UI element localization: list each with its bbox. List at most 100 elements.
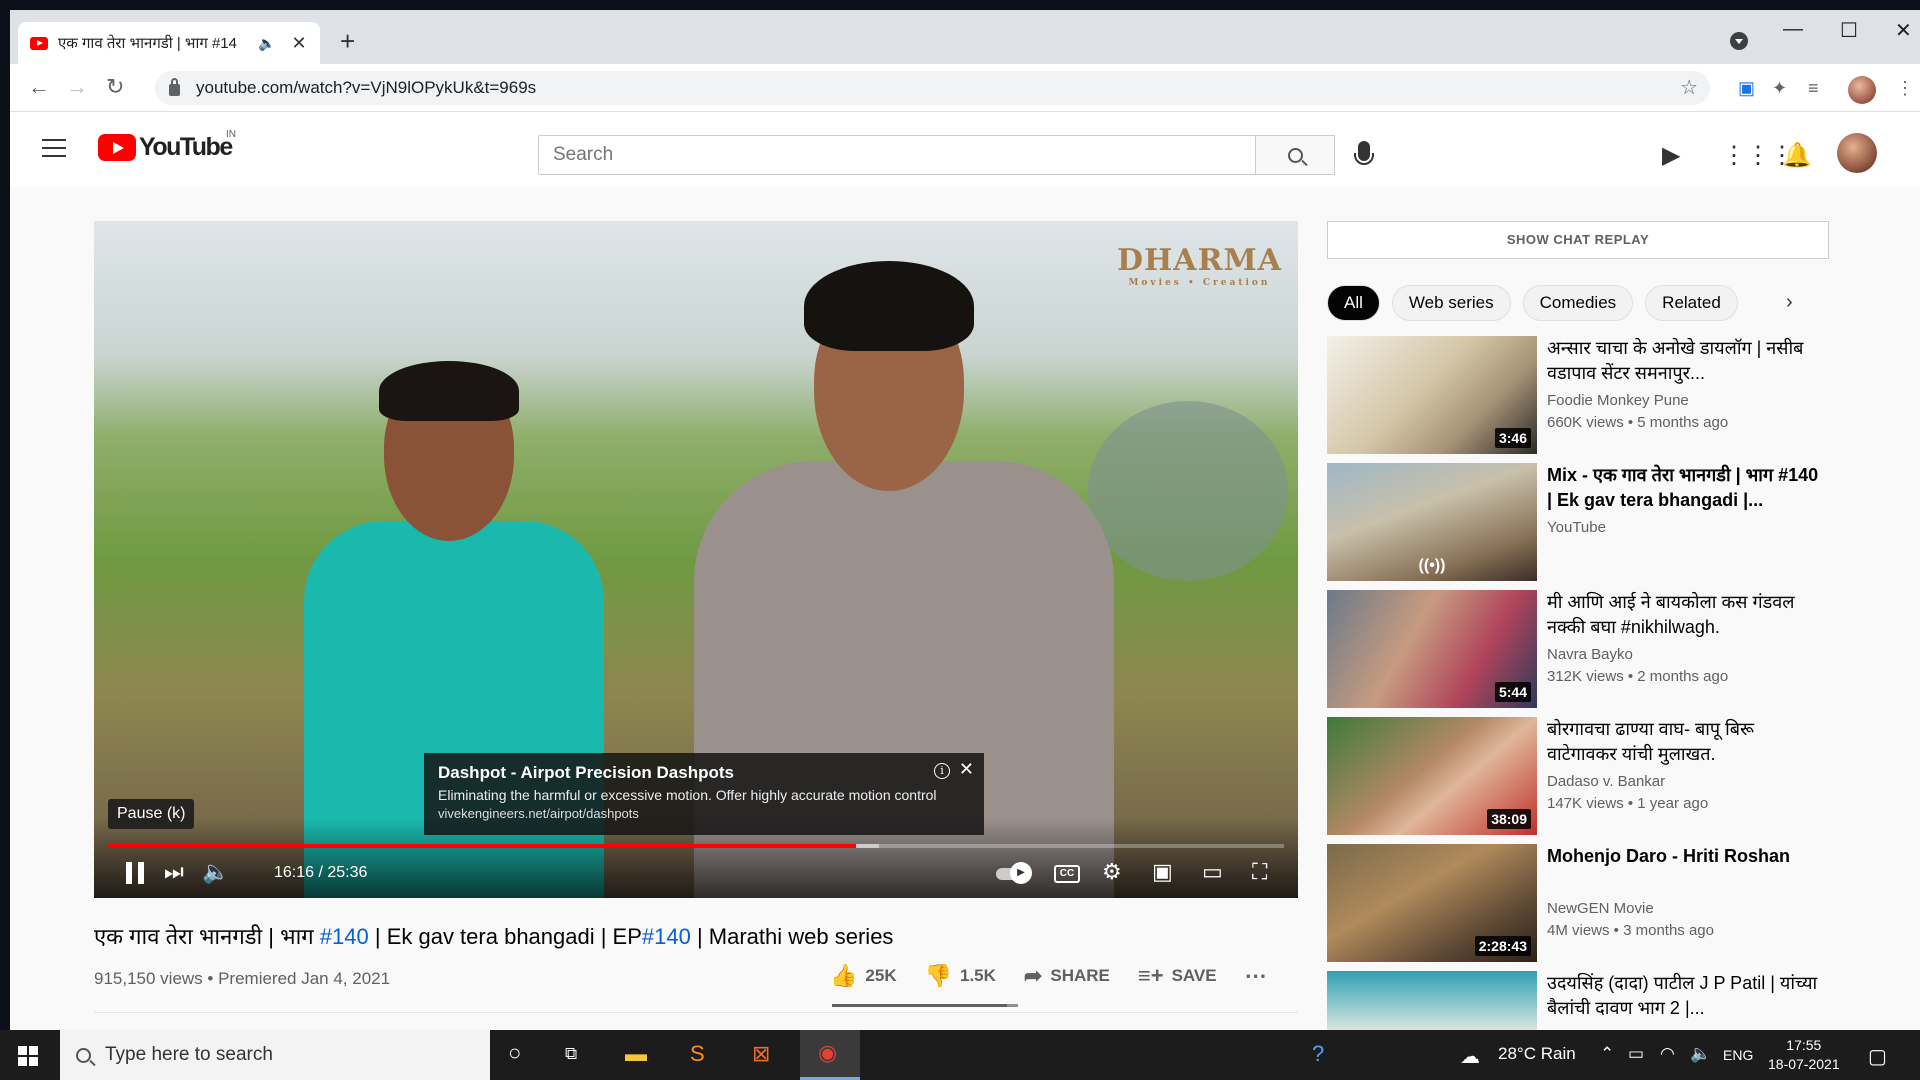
speaker-icon[interactable]: 🔈 [258, 35, 275, 52]
channel-name[interactable]: Navra Bayko [1547, 646, 1633, 663]
pause-button[interactable] [124, 862, 146, 884]
theater-mode-icon[interactable]: ▭ [1202, 859, 1223, 885]
channel-name[interactable]: Foodie Monkey Pune [1547, 392, 1689, 409]
profile-avatar[interactable] [1848, 76, 1876, 104]
puzzle-icon[interactable]: ✦ [1772, 78, 1787, 99]
maximize-icon[interactable]: ☐ [1840, 18, 1858, 43]
reload-icon[interactable]: ↻ [106, 74, 124, 100]
taskbar-clock[interactable]: 17:55 18-07-2021 [1768, 1036, 1840, 1074]
ad-info-icon[interactable]: i [934, 763, 950, 779]
list-item[interactable]: उदयसिंह (दादा) पाटील J P Patil | यांच्या… [1327, 971, 1832, 1030]
thumbnail[interactable]: 3:46 [1327, 336, 1537, 454]
next-video-icon[interactable]: ⏭ [164, 859, 184, 885]
close-tab-icon[interactable]: ✕ [291, 33, 306, 54]
list-item[interactable]: 5:44 मी आणि आई ने बायकोला कस गंडवल नक्की… [1327, 590, 1832, 717]
ad-url[interactable]: vivekengineers.net/airpot/dashpots [438, 806, 970, 821]
video-title[interactable]: मी आणि आई ने बायकोला कस गंडवल नक्की बघा … [1547, 590, 1827, 640]
channel-name[interactable]: Dadaso v. Bankar [1547, 773, 1665, 790]
chip-all[interactable]: All [1327, 285, 1380, 321]
overlay-ad[interactable]: Dashpot - Airpot Precision Dashpots Elim… [424, 753, 984, 835]
search-button[interactable] [1255, 135, 1335, 175]
video-title[interactable]: बोरगावचा ढाण्या वाघ- बापू बिरू वाटेगावकर… [1547, 717, 1827, 767]
thumbnail[interactable]: 38:09 [1327, 717, 1537, 835]
settings-gear-icon[interactable]: ⚙ [1102, 859, 1122, 885]
miniplayer-icon[interactable]: ▣ [1152, 859, 1173, 885]
address-bar[interactable]: youtube.com/watch?v=VjN9lOPykUk&t=969s ☆ [155, 71, 1710, 105]
chevron-up-icon[interactable]: ⌃ [1600, 1044, 1614, 1064]
thumbnail[interactable] [1327, 971, 1537, 1030]
channel-name[interactable]: YouTube [1547, 519, 1606, 536]
language-indicator[interactable]: ENG [1723, 1047, 1753, 1063]
hashtag-link[interactable]: #140 [642, 924, 691, 949]
chrome-taskbar-button[interactable]: ◉ [800, 1030, 860, 1080]
chip-web-series[interactable]: Web series [1391, 285, 1511, 321]
battery-icon[interactable]: ▭ [1628, 1044, 1644, 1064]
ad-close-icon[interactable]: ✕ [959, 759, 974, 780]
video-title[interactable]: Mix - एक गाव तेरा भानगडी | भाग #140 | Ek… [1547, 463, 1827, 513]
tab-search-icon[interactable] [1730, 32, 1748, 50]
menu-dots-icon[interactable]: ⋮ [1896, 78, 1914, 99]
chip-comedies[interactable]: Comedies [1522, 285, 1634, 321]
wifi-icon[interactable]: ◠ [1660, 1044, 1675, 1064]
video-title[interactable]: अन्सार चाचा के अनोखे डायलॉग | नसीब वडापा… [1547, 336, 1827, 386]
thumbnail[interactable]: ((•)) [1327, 463, 1537, 581]
minimize-icon[interactable]: — [1783, 18, 1803, 41]
cortana-circle-icon[interactable]: ○ [508, 1040, 521, 1066]
save-button[interactable]: ≡+ SAVE [1138, 963, 1217, 989]
list-item[interactable]: ((•)) Mix - एक गाव तेरा भानगडी | भाग #14… [1327, 463, 1832, 590]
hashtag-link[interactable]: #140 [320, 924, 369, 949]
account-avatar[interactable] [1837, 133, 1877, 173]
new-tab-button[interactable]: + [340, 28, 355, 54]
help-icon[interactable]: ? [1312, 1041, 1324, 1067]
volume-tray-icon[interactable]: 🔈 [1690, 1044, 1711, 1064]
tab-youtube[interactable]: एक गाव तेरा भानगडी | भाग #14 🔈 ✕ [18, 22, 320, 64]
channel-name[interactable]: NewGEN Movie [1547, 900, 1654, 917]
forward-arrow-icon[interactable]: → [66, 74, 88, 100]
list-item[interactable]: 38:09 बोरगावचा ढाण्या वाघ- बापू बिरू वाट… [1327, 717, 1832, 844]
xampp-icon[interactable]: ⊠ [752, 1041, 770, 1067]
like-button[interactable]: 👍 25K [830, 963, 897, 989]
task-view-icon[interactable]: ⧉ [565, 1044, 577, 1064]
volume-icon[interactable]: 🔈 [202, 859, 229, 885]
show-chat-replay-button[interactable]: SHOW CHAT REPLAY [1327, 221, 1829, 259]
ad-title[interactable]: Dashpot - Airpot Precision Dashpots [438, 763, 970, 783]
search-input[interactable] [538, 135, 1256, 175]
media-control-icon[interactable]: ≡ [1808, 78, 1819, 99]
thumbnail[interactable]: 2:28:43 [1327, 844, 1537, 962]
taskbar-search[interactable]: Type here to search [60, 1030, 490, 1080]
video-title[interactable]: Mohenjo Daro - Hriti Roshan [1547, 844, 1827, 869]
sublime-text-icon[interactable]: S [690, 1041, 705, 1067]
list-item[interactable]: 2:28:43 Mohenjo Daro - Hriti Roshan NewG… [1327, 844, 1832, 971]
microphone-icon[interactable] [1354, 141, 1374, 165]
chip-related[interactable]: Related [1645, 285, 1738, 321]
lock-icon[interactable] [169, 78, 180, 96]
share-button[interactable]: ➦ SHARE [1024, 963, 1110, 989]
hamburger-menu-icon[interactable] [42, 139, 66, 157]
video-player[interactable]: DHARMA Movies • Creation Dashpot - Airpo… [94, 221, 1298, 898]
extension-icon[interactable]: ▣ [1738, 78, 1755, 99]
video-meta: 660K views • 5 months ago [1547, 414, 1729, 431]
autoplay-toggle[interactable] [996, 862, 1032, 884]
close-window-icon[interactable]: ✕ [1895, 18, 1912, 43]
dislike-button[interactable]: 👎 1.5K [925, 963, 996, 989]
more-actions-button[interactable]: ⋯ [1245, 963, 1267, 989]
windows-start-icon[interactable] [18, 1046, 38, 1066]
list-item[interactable]: 3:46 अन्सार चाचा के अनोखे डायलॉग | नसीब … [1327, 336, 1832, 463]
progress-bar[interactable] [108, 844, 1284, 848]
weather-text[interactable]: 28°C Rain [1498, 1044, 1576, 1064]
thumbnail[interactable]: 5:44 [1327, 590, 1537, 708]
url-text[interactable]: youtube.com/watch?v=VjN9lOPykUk&t=969s [196, 78, 536, 98]
youtube-logo[interactable]: YouTube IN [98, 129, 236, 162]
fullscreen-icon[interactable]: ⛶ [1252, 859, 1267, 885]
captions-icon[interactable]: CC [1054, 865, 1080, 883]
bookmark-star-icon[interactable]: ☆ [1680, 75, 1698, 100]
create-video-icon[interactable]: ▶ [1662, 141, 1680, 170]
notifications-icon[interactable]: ▢ [1868, 1044, 1887, 1069]
chevron-right-icon[interactable]: › [1786, 291, 1793, 314]
back-arrow-icon[interactable]: ← [28, 74, 50, 100]
background-tree [1088, 401, 1288, 581]
video-title[interactable]: उदयसिंह (दादा) पाटील J P Patil | यांच्या… [1547, 971, 1827, 1021]
file-explorer-icon[interactable]: ▬ [625, 1041, 647, 1067]
channel-watermark[interactable]: DHARMA Movies • Creation [1117, 243, 1282, 288]
notifications-bell-icon[interactable]: 🔔 [1782, 141, 1812, 170]
